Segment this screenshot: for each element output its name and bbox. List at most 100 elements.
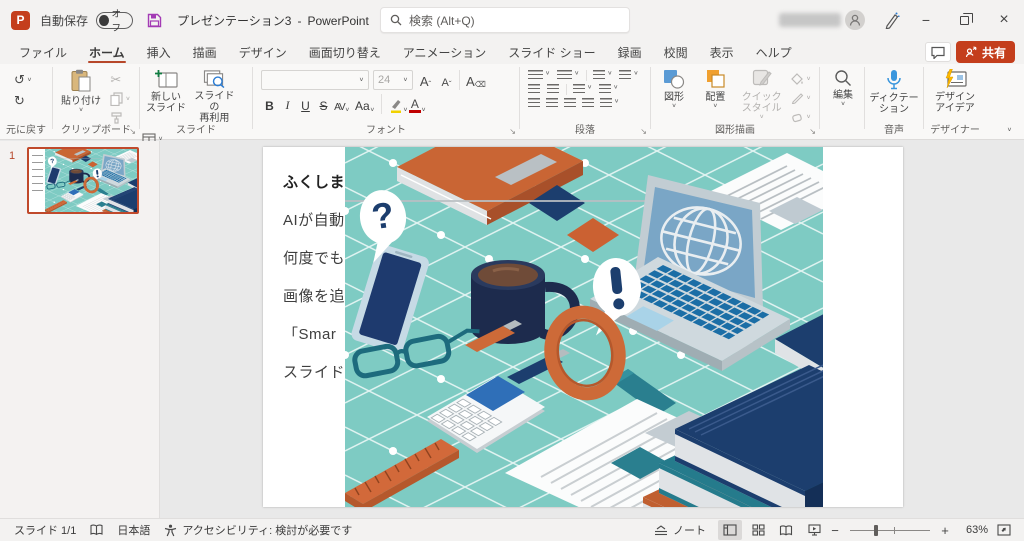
zoom-out-button[interactable]: −	[830, 523, 840, 538]
drawing-dialog-launcher[interactable]: ↘	[809, 127, 816, 136]
text-highlight-button[interactable]: ∨	[380, 94, 408, 114]
tab-review[interactable]: 校閲	[653, 40, 699, 64]
zoom-in-button[interactable]: +	[940, 523, 950, 538]
language-indicator[interactable]: 日本語	[117, 522, 150, 538]
shape-fill-button[interactable]: ∨	[789, 69, 813, 88]
comments-button[interactable]	[925, 42, 951, 62]
bullets-button[interactable]: ∨	[528, 70, 550, 81]
slide-body-line[interactable]: スライド	[283, 361, 345, 382]
paragraph-dialog-launcher[interactable]: ↘	[640, 127, 647, 136]
bold-button[interactable]: B	[261, 94, 278, 114]
tab-record[interactable]: 録画	[607, 40, 653, 64]
shapes-button[interactable]: 図形 ∨	[655, 64, 693, 124]
quick-styles-button[interactable]: クイック スタイル ∨	[738, 64, 786, 124]
inking-pen-button[interactable]	[882, 11, 900, 29]
shrink-font-button[interactable]: Aˇ	[438, 70, 455, 90]
character-spacing-button[interactable]: AV ∨	[333, 94, 350, 114]
editing-button[interactable]: 編集 ∨	[826, 64, 860, 124]
tab-slideshow[interactable]: スライド ショー	[497, 40, 606, 64]
slide-illustration-image[interactable]: ?	[345, 147, 823, 507]
tab-design[interactable]: デザイン	[228, 40, 298, 64]
slideshow-view-button[interactable]	[802, 520, 826, 540]
align-left-button[interactable]	[528, 98, 540, 109]
strikethrough-button[interactable]: S	[315, 94, 332, 114]
zoom-slider-thumb[interactable]	[874, 524, 878, 536]
increase-indent-button[interactable]	[547, 84, 559, 95]
slide-sorter-view-button[interactable]	[746, 520, 770, 540]
design-ideas-button[interactable]: デザイン アイデア	[929, 64, 981, 124]
slide-body-line[interactable]: 何度でも	[283, 247, 345, 268]
copy-button[interactable]: ∨	[108, 89, 132, 108]
restore-button[interactable]	[948, 0, 980, 40]
arrange-button[interactable]: 配置 ∨	[696, 64, 734, 124]
slide-title-text[interactable]: ふくしま	[283, 171, 345, 192]
font-dialog-launcher[interactable]: ↘	[509, 127, 516, 136]
slideshow-icon	[807, 524, 821, 536]
autosave-toggle[interactable]: オフ	[96, 9, 134, 34]
line-spacing-button[interactable]: ∨	[586, 70, 612, 81]
italic-button[interactable]: I	[279, 94, 296, 114]
user-avatar[interactable]	[845, 10, 865, 30]
zoom-slider[interactable]	[850, 524, 930, 536]
spell-check-button[interactable]	[90, 524, 103, 536]
grow-font-button[interactable]: Aˆ	[417, 70, 434, 90]
text-direction-icon	[619, 70, 632, 81]
powerpoint-logo-icon[interactable]: P	[11, 10, 30, 30]
quick-styles-label: クイック スタイル	[741, 92, 782, 114]
clear-formatting-button[interactable]: A ⌫	[459, 70, 486, 90]
convert-smartart-button[interactable]: ∨	[600, 98, 619, 109]
align-text-button[interactable]: ∨	[599, 84, 618, 95]
tab-draw[interactable]: 描画	[182, 40, 228, 64]
tab-animations[interactable]: アニメーション	[392, 40, 498, 64]
slide-thumbnail[interactable]	[27, 147, 139, 214]
change-case-button[interactable]: Aa ∨	[355, 94, 375, 114]
align-right-button[interactable]	[564, 98, 576, 109]
tab-insert[interactable]: 挿入	[136, 40, 182, 64]
new-slide-button[interactable]: 新しい スライド	[144, 64, 188, 124]
slide-indicator[interactable]: スライド 1/1	[14, 522, 76, 538]
font-color-button[interactable]: A ∨	[408, 94, 426, 114]
paste-button[interactable]: 貼り付け ∨	[61, 64, 101, 124]
undo-button[interactable]: ↺ ∨	[12, 70, 52, 89]
minimize-button[interactable]: −	[910, 0, 942, 40]
slide-canvas[interactable]: ふくしま AIが自動 何度でも 画像を追 「Smar スライド ?	[263, 147, 903, 507]
slide-body-line[interactable]: AIが自動	[283, 209, 345, 230]
tab-view[interactable]: 表示	[699, 40, 745, 64]
zoom-level[interactable]: 63%	[958, 524, 988, 536]
collapse-ribbon-button[interactable]: ∨	[1007, 127, 1012, 133]
justify-button[interactable]	[582, 98, 594, 109]
highlight-pen-icon	[390, 100, 401, 113]
clipboard-group: 貼り付け ∨ ✂ ∨ クリップボード ↘	[53, 64, 139, 139]
decrease-indent-button[interactable]	[528, 84, 540, 95]
slide-body-line[interactable]: 「Smar	[283, 323, 336, 344]
fit-slide-button[interactable]	[992, 520, 1016, 540]
reuse-slides-button[interactable]: スライドの 再利用	[191, 64, 237, 124]
normal-view-button[interactable]	[718, 520, 742, 540]
dictation-button[interactable]: ディクテー ション	[869, 64, 919, 124]
chevron-down-icon: ∨	[806, 94, 812, 100]
redo-button[interactable]: ↻	[12, 91, 52, 110]
clipboard-dialog-launcher[interactable]: ↘	[129, 127, 136, 136]
font-size-combobox[interactable]: 24 ∨	[373, 70, 413, 90]
close-button[interactable]: ×	[988, 0, 1020, 40]
tab-home[interactable]: ホーム	[78, 40, 136, 64]
underline-button[interactable]: U	[297, 94, 314, 114]
align-center-button[interactable]	[546, 98, 558, 109]
notes-button[interactable]: ノート	[654, 522, 706, 538]
share-button[interactable]: 共有	[956, 41, 1016, 63]
save-button[interactable]	[147, 13, 162, 28]
tab-help[interactable]: ヘルプ	[745, 40, 803, 64]
numbering-button[interactable]: ∨	[557, 70, 579, 81]
tab-transitions[interactable]: 画面切り替え	[298, 40, 392, 64]
chevron-down-icon: ∨	[712, 102, 718, 109]
reading-view-button[interactable]	[774, 520, 798, 540]
font-name-combobox[interactable]: ∨	[261, 70, 369, 90]
shape-outline-button[interactable]: ∨	[789, 88, 813, 107]
text-direction-button[interactable]: ∨	[619, 70, 639, 81]
search-input[interactable]: 検索 (Alt+Q)	[380, 7, 630, 33]
accessibility-checker[interactable]: アクセシビリティ: 検討が必要です	[164, 522, 352, 538]
tab-file[interactable]: ファイル	[8, 40, 78, 64]
slide-body-line[interactable]: 画像を追	[283, 285, 345, 306]
columns-button[interactable]: ∨	[566, 84, 592, 95]
cut-button[interactable]: ✂	[108, 70, 132, 89]
